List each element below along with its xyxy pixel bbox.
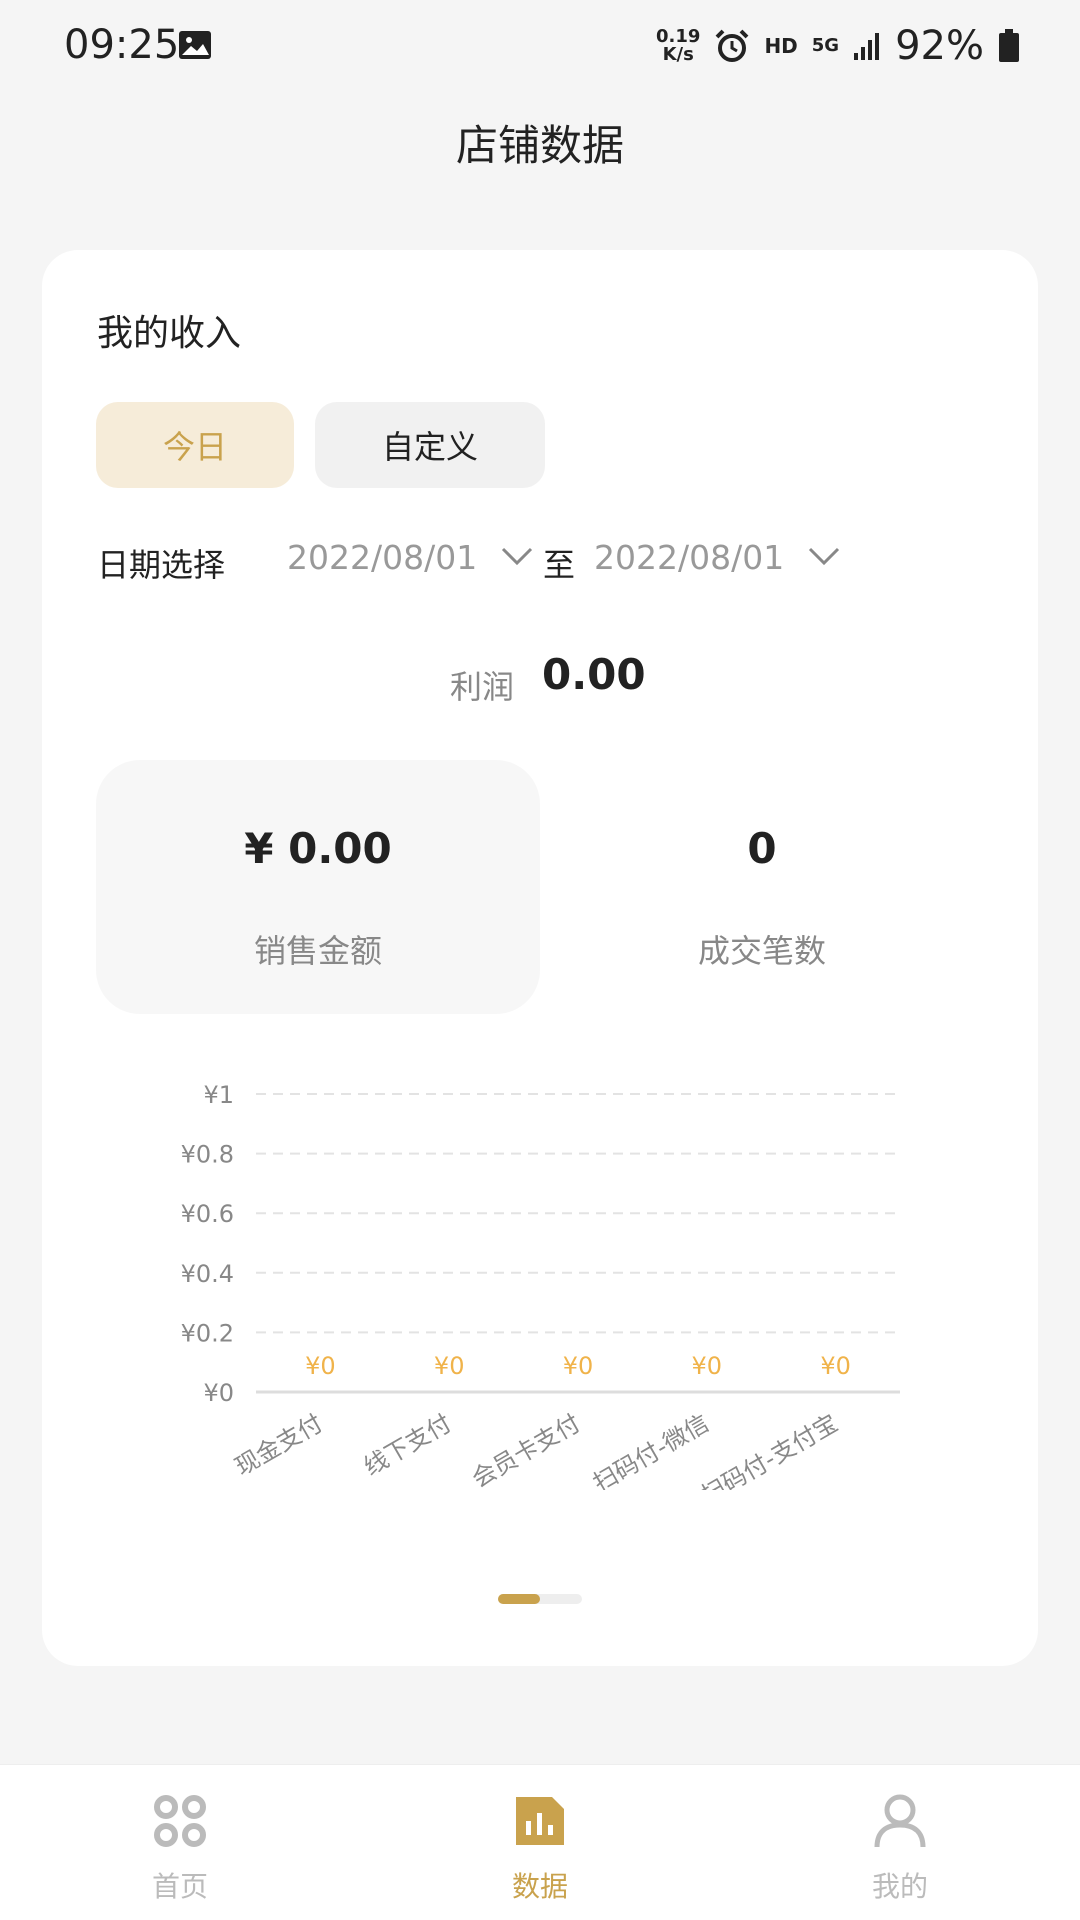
end-date-picker[interactable]: 2022/08/01: [594, 538, 784, 577]
profit-label: 利润: [450, 668, 515, 706]
chart-y-tick-label: ¥0.2: [181, 1319, 234, 1347]
chevron-down-icon[interactable]: [500, 544, 534, 568]
hd-indicator: HD: [764, 34, 798, 58]
chart-y-tick-label: ¥1: [203, 1081, 234, 1109]
page-title: 店铺数据: [455, 121, 624, 170]
chart-y-tick-label: ¥0.6: [181, 1200, 234, 1228]
sales-amount-label: 销售金额: [253, 932, 382, 970]
home-grid-icon: [154, 1795, 206, 1847]
user-icon: [874, 1794, 926, 1848]
nav-label-mine: 我的: [871, 1870, 928, 1903]
chart-page-indicator: [498, 1594, 582, 1604]
nav-item-home[interactable]: 首页: [80, 1765, 280, 1920]
chart-y-tick-label: ¥0: [203, 1379, 234, 1407]
date-label: 日期选择: [97, 546, 226, 584]
income-bar-chart: ¥0¥0.2¥0.4¥0.6¥0.8¥1¥0现金支付¥0线下支付¥0会员卡支付¥…: [181, 1081, 900, 1490]
sales-amount-box: ¥ 0.00 销售金额: [96, 760, 540, 1014]
nav-label-home: 首页: [151, 1870, 208, 1903]
transactions-value: 0: [747, 824, 777, 873]
tab-today[interactable]: 今日: [96, 402, 294, 488]
bar-chart-icon: [516, 1797, 564, 1845]
chart-category-label: 现金支付: [230, 1409, 327, 1481]
chevron-down-icon[interactable]: [807, 544, 841, 568]
tab-custom[interactable]: 自定义: [315, 402, 545, 488]
network-speed: 0.19 K/s: [656, 26, 701, 65]
date-separator: 至: [543, 546, 576, 584]
chart-data-label: ¥0: [305, 1352, 336, 1380]
chart-data-label: ¥0: [692, 1352, 723, 1380]
transactions-label: 成交笔数: [697, 932, 826, 970]
battery-icon: [999, 29, 1019, 62]
alarm-icon: [716, 29, 749, 62]
chart-data-label: ¥0: [563, 1352, 594, 1380]
chart-category-label: 会员卡支付: [467, 1409, 585, 1490]
bottom-nav: 首页 数据 我的: [0, 1764, 1080, 1920]
profit-value: 0.00: [542, 650, 646, 699]
nav-label-data: 数据: [511, 1870, 568, 1903]
chart-y-tick-label: ¥0.8: [181, 1141, 234, 1169]
battery-percent: 92%: [895, 23, 984, 69]
sales-amount-value: ¥ 0.00: [244, 824, 392, 873]
chart-category-label: 线下支付: [359, 1409, 456, 1481]
chart-data-label: ¥0: [820, 1352, 851, 1380]
nav-item-mine[interactable]: 我的: [800, 1765, 1000, 1920]
date-range-row: 日期选择 2022/08/01 至 2022/08/01: [97, 530, 997, 590]
chart-data-label: ¥0: [434, 1352, 465, 1380]
income-card: 我的收入 今日 自定义 日期选择 2022/08/01 至 2022/08/01…: [42, 250, 1038, 1666]
status-bar: 09:25 0.19 K/s HD 5G 92%: [0, 0, 1080, 92]
transactions-box: 0 成交笔数: [540, 760, 984, 1014]
status-time: 09:25: [64, 22, 180, 68]
chart-category-label: 扫码付-微信: [588, 1409, 713, 1490]
income-title: 我的收入: [97, 313, 242, 354]
gallery-icon: [179, 31, 211, 59]
network-type: 5G: [811, 35, 840, 56]
nav-item-data[interactable]: 数据: [440, 1765, 640, 1920]
start-date-picker[interactable]: 2022/08/01: [287, 538, 477, 577]
chart-page-indicator-active: [498, 1594, 540, 1604]
signal-icon: [854, 33, 880, 60]
status-icons: 0.19 K/s HD 5G 92%: [656, 23, 1020, 69]
chart-y-tick-label: ¥0.4: [181, 1260, 234, 1288]
chart-category-label: 扫码付-支付宝: [696, 1409, 842, 1490]
